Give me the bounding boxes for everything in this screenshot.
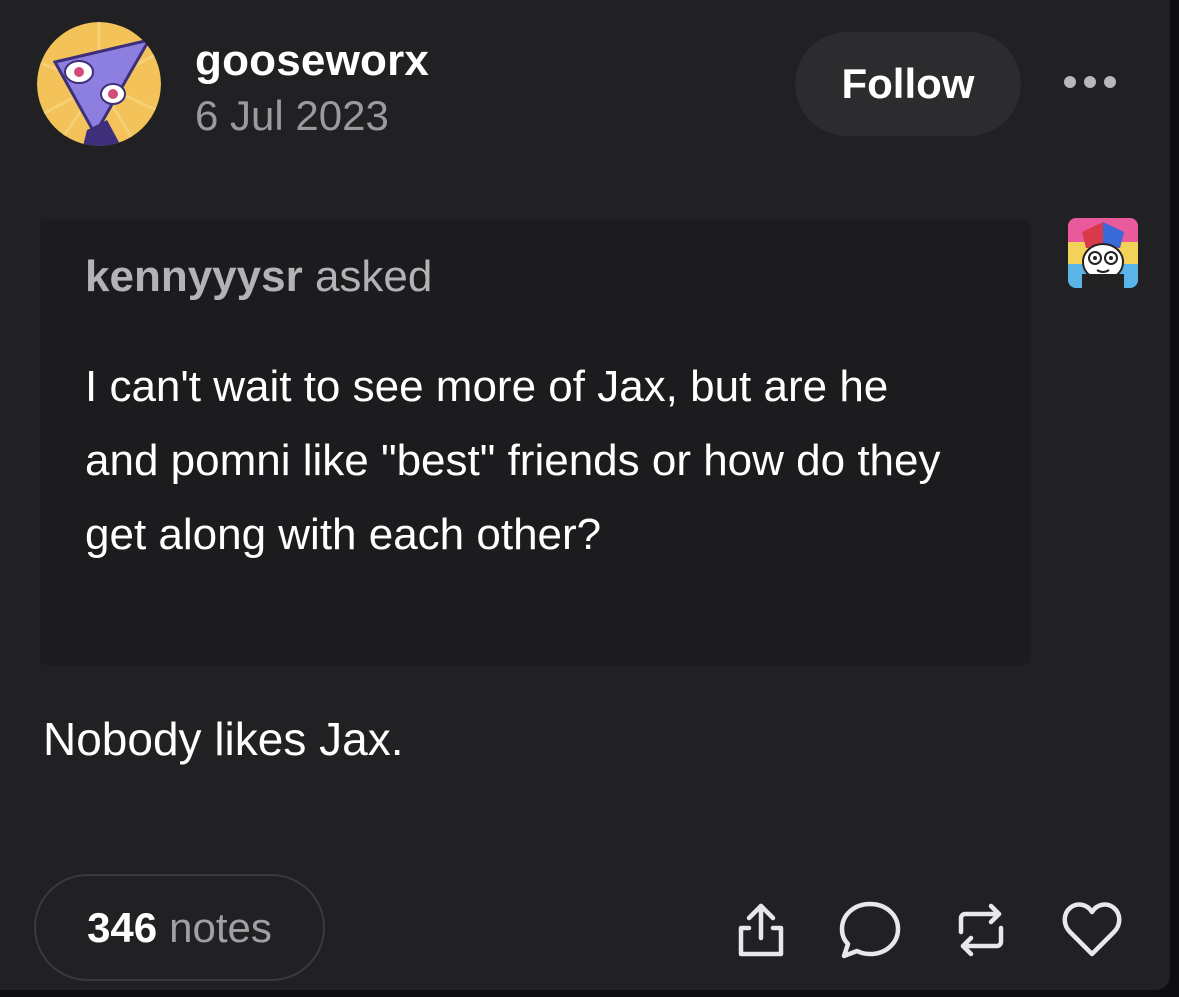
reblog-icon [958, 903, 1004, 957]
reblog-button[interactable] [945, 894, 1017, 966]
notes-label: notes [169, 903, 272, 951]
jester-character-avatar-icon [1068, 218, 1138, 288]
asker-avatar[interactable] [1068, 218, 1138, 288]
asked-label: asked [314, 252, 433, 301]
like-icon [1062, 902, 1122, 957]
notes-count: 346 [87, 903, 158, 951]
comment-icon [839, 901, 901, 959]
post-card: gooseworx 6 Jul 2023 Follow kennyyysr as… [0, 0, 1170, 990]
share-button[interactable] [725, 894, 797, 966]
triangle-character-avatar-icon [37, 22, 161, 146]
author-username[interactable]: gooseworx [195, 36, 429, 86]
asker-username[interactable]: kennyyysr [85, 252, 303, 301]
asker-line: kennyyysr asked [85, 252, 432, 302]
author-avatar[interactable] [37, 22, 161, 146]
follow-button[interactable]: Follow [795, 32, 1021, 136]
notes-button[interactable]: 346 notes [34, 874, 325, 981]
ask-question: I can't wait to see more of Jax, but are… [85, 362, 941, 559]
more-dots-icon [1064, 76, 1116, 88]
share-icon [738, 903, 784, 957]
ask-box: kennyyysr asked I can't wait to see more… [40, 220, 1030, 665]
answer-text: Nobody likes Jax. [43, 713, 404, 765]
like-button[interactable] [1056, 894, 1128, 966]
more-options-button[interactable] [1058, 64, 1122, 100]
comment-button[interactable] [834, 894, 906, 966]
post-date: 6 Jul 2023 [195, 92, 389, 139]
